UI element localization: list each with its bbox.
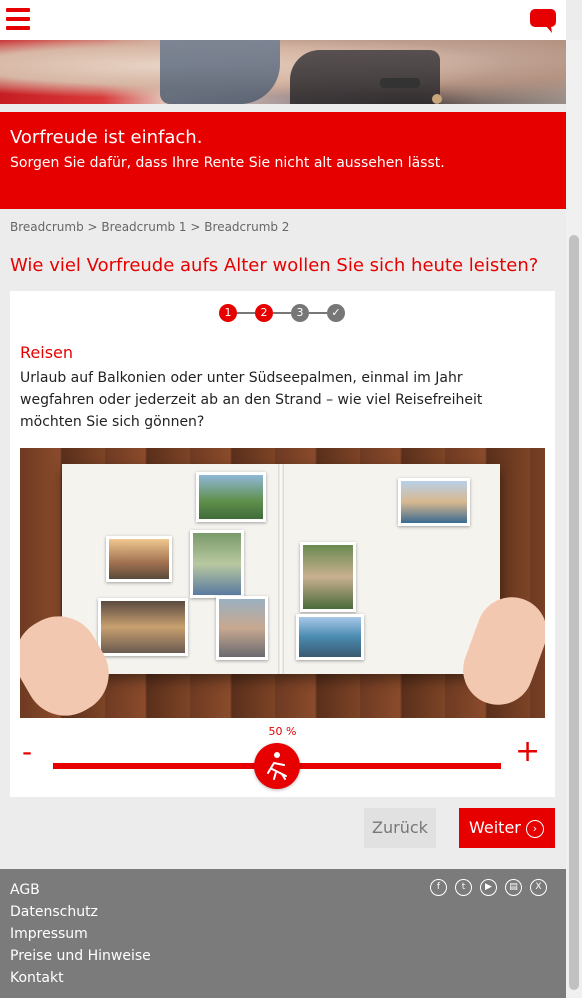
increase-button[interactable]: +	[515, 737, 540, 767]
footer-link-datenschutz[interactable]: Datenschutz	[10, 901, 151, 923]
breadcrumb: Breadcrumb > Breadcrumb 1 > Breadcrumb 2	[10, 220, 289, 234]
banner-headline: Vorfreude ist einfach.	[10, 127, 203, 148]
scrollbar-thumb[interactable]	[569, 235, 579, 990]
step-3[interactable]: 3	[291, 304, 309, 322]
question-card: 1 2 3 ✓ Reisen Urlaub auf Balkonien oder…	[10, 291, 555, 797]
step-indicator: 1 2 3 ✓	[219, 304, 345, 322]
footer-link-agb[interactable]: AGB	[10, 879, 151, 901]
blog-icon[interactable]: ▤	[505, 879, 522, 896]
footer-link-preise[interactable]: Preise und Hinweise	[10, 945, 151, 967]
step-2[interactable]: 2	[255, 304, 273, 322]
decrease-button[interactable]: -	[22, 735, 32, 768]
footer-link-kontakt[interactable]: Kontakt	[10, 967, 151, 989]
photo-album-image	[20, 448, 545, 718]
top-bar	[0, 0, 566, 40]
hamburger-menu-icon[interactable]	[6, 8, 30, 32]
facebook-icon[interactable]: f	[430, 879, 447, 896]
breadcrumb-separator: >	[190, 220, 201, 234]
beach-chair-icon	[267, 752, 287, 780]
slider-knob[interactable]	[254, 743, 300, 789]
page-question: Wie viel Vorfreude aufs Alter wollen Sie…	[10, 255, 539, 276]
breadcrumb-item[interactable]: Breadcrumb	[10, 220, 84, 234]
breadcrumb-item[interactable]: Breadcrumb 2	[204, 220, 289, 234]
hero-banner: Vorfreude ist einfach. Sorgen Sie dafür,…	[0, 112, 566, 209]
next-button-label: Weiter	[469, 818, 521, 837]
chat-bubble-icon[interactable]	[530, 9, 556, 33]
next-button[interactable]: Weiter ›	[459, 808, 555, 848]
back-button[interactable]: Zurück	[364, 808, 436, 848]
footer-link-impressum[interactable]: Impressum	[10, 923, 151, 945]
topic-description: Urlaub auf Balkonien oder unter Südseepa…	[20, 370, 483, 430]
page-scrollbar[interactable]	[566, 40, 582, 998]
social-links: f t ▶ ▤ X	[430, 879, 555, 898]
twitter-icon[interactable]: t	[455, 879, 472, 896]
step-complete-check-icon[interactable]: ✓	[327, 304, 345, 322]
breadcrumb-separator: >	[87, 220, 98, 234]
footer: AGB Datenschutz Impressum Preise und Hin…	[0, 869, 566, 998]
slider-value-label: 50 %	[268, 725, 297, 738]
youtube-icon[interactable]: ▶	[480, 879, 497, 896]
breadcrumb-item[interactable]: Breadcrumb 1	[101, 220, 186, 234]
step-1[interactable]: 1	[219, 304, 237, 322]
xing-icon[interactable]: X	[530, 879, 547, 896]
banner-subline: Sorgen Sie dafür, dass Ihre Rente Sie ni…	[10, 155, 445, 171]
arrow-right-circle-icon: ›	[526, 820, 544, 838]
hero-image	[0, 40, 566, 104]
amount-slider: 50 % - +	[10, 723, 555, 793]
footer-links: AGB Datenschutz Impressum Preise und Hin…	[10, 879, 151, 989]
topic-title: Reisen	[20, 343, 74, 362]
